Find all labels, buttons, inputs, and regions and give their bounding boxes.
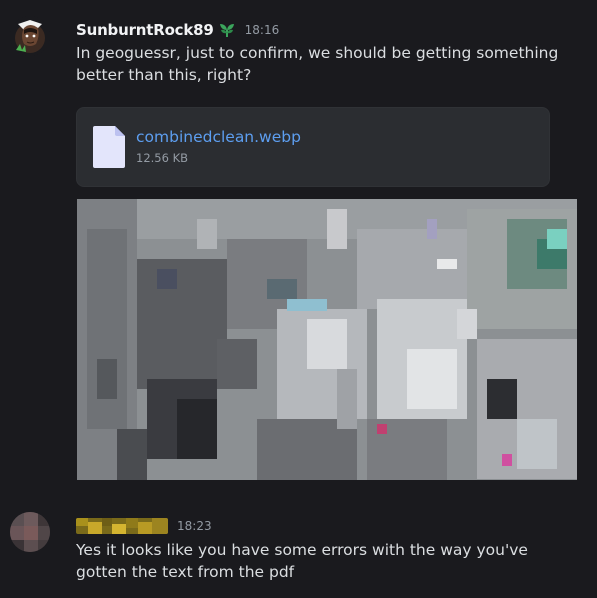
message-sunburntrock89: SunburntRock89 18:16 In geoguessr, just … — [0, 0, 597, 490]
message-header: 18:23 — [76, 515, 212, 537]
message-header: SunburntRock89 18:16 — [76, 19, 279, 41]
avatar[interactable] — [10, 16, 50, 56]
message-text: Yes it looks like you have some errors w… — [76, 541, 528, 581]
image-attachment[interactable] — [77, 199, 577, 480]
timestamp[interactable]: 18:16 — [245, 23, 280, 37]
leaf-icon[interactable] — [218, 21, 236, 39]
username[interactable]: SunburntRock89 — [76, 21, 214, 39]
message-reply: 18:23 Yes it looks like you have some er… — [0, 498, 597, 598]
username-redacted[interactable] — [76, 518, 168, 534]
file-size: 12.56 KB — [136, 151, 189, 165]
file-name-link[interactable]: combinedclean.webp — [136, 128, 301, 146]
avatar[interactable] — [10, 512, 50, 552]
message-text: In geoguessr, just to confirm, we should… — [76, 44, 559, 84]
file-icon — [93, 126, 125, 168]
file-attachment[interactable]: combinedclean.webp 12.56 KB — [76, 107, 550, 187]
timestamp[interactable]: 18:23 — [177, 519, 212, 533]
